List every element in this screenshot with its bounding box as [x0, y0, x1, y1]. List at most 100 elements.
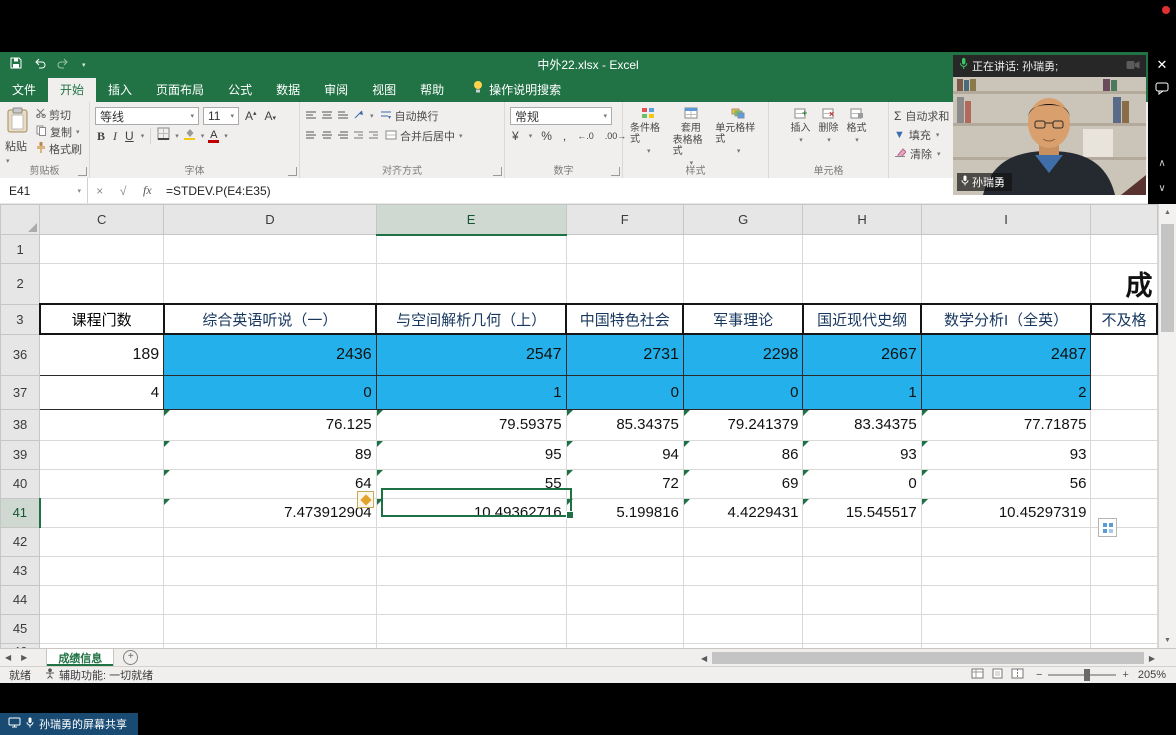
cell-I37[interactable]: 2: [921, 375, 1091, 409]
cell-H36[interactable]: 2667: [803, 334, 921, 375]
align-top-icon[interactable]: [305, 107, 317, 125]
cell-C41[interactable]: [40, 498, 164, 527]
undo-button[interactable]: [33, 56, 46, 74]
align-bottom-icon[interactable]: [337, 107, 349, 125]
enter-icon[interactable]: √: [120, 184, 127, 198]
row-header-42[interactable]: 42: [1, 527, 40, 556]
cell-F36[interactable]: 2731: [566, 334, 683, 375]
close-icon[interactable]: ✕: [1148, 58, 1176, 72]
cell-F3[interactable]: 中国特色社会: [566, 304, 683, 334]
merge-center-button[interactable]: 合并后居中▾: [383, 128, 465, 145]
cell-E36[interactable]: 2547: [376, 334, 566, 375]
row-header-41[interactable]: 41: [1, 498, 40, 527]
cell-I45[interactable]: [921, 614, 1091, 643]
cell-F44[interactable]: [566, 585, 683, 614]
cell-J44[interactable]: [1091, 585, 1157, 614]
cell-F41[interactable]: 5.199816: [566, 498, 683, 527]
cell-J1[interactable]: [1091, 235, 1157, 264]
select-all-button[interactable]: [1, 205, 40, 235]
cell-C39[interactable]: [40, 440, 164, 469]
cell-E45[interactable]: [376, 614, 566, 643]
ribbon-tab-insert[interactable]: 插入: [96, 78, 144, 102]
cell-E41[interactable]: 10.49362716: [376, 498, 566, 527]
cell-I40[interactable]: 56: [921, 469, 1091, 498]
row-header-36[interactable]: 36: [1, 334, 40, 375]
normal-view-button[interactable]: [971, 668, 984, 682]
page-layout-view-button[interactable]: [991, 668, 1004, 682]
cell-H3[interactable]: 国近现代史纲: [803, 304, 921, 334]
screen-share-badge[interactable]: 孙瑞勇的屏幕共享: [0, 713, 138, 735]
cell-E42[interactable]: [376, 527, 566, 556]
format-painter-button[interactable]: 格式刷: [34, 140, 84, 157]
row-header-44[interactable]: 44: [1, 585, 40, 614]
cell-D39[interactable]: 89: [164, 440, 377, 469]
cell-D45[interactable]: [164, 614, 377, 643]
cell-I41[interactable]: 10.45297319: [921, 498, 1091, 527]
ribbon-tab-home[interactable]: 开始: [48, 78, 96, 102]
ribbon-tab-view[interactable]: 视图: [360, 78, 408, 102]
cell-I43[interactable]: [921, 556, 1091, 585]
wrap-text-button[interactable]: 自动换行: [378, 108, 441, 125]
cell-E37[interactable]: 1: [376, 375, 566, 409]
error-checking-button[interactable]: [357, 491, 374, 508]
cell-C40[interactable]: [40, 469, 164, 498]
scroll-down-arrow[interactable]: ▼: [1159, 632, 1176, 648]
cell-E43[interactable]: [376, 556, 566, 585]
cell-D1[interactable]: [164, 235, 377, 264]
cell-H37[interactable]: 1: [803, 375, 921, 409]
cell-H1[interactable]: [803, 235, 921, 264]
cell-D40[interactable]: 64: [164, 469, 377, 498]
cell-J43[interactable]: [1091, 556, 1157, 585]
orientation-button[interactable]: [353, 107, 365, 125]
column-header-D[interactable]: D: [164, 205, 377, 235]
cell-E38[interactable]: 79.59375: [376, 409, 566, 440]
cell-J45[interactable]: [1091, 614, 1157, 643]
horizontal-scrollbar[interactable]: ◀ ▶: [698, 649, 1158, 667]
column-header-E[interactable]: E: [376, 205, 566, 235]
increase-indent-icon[interactable]: [368, 127, 379, 145]
cell-C3[interactable]: 课程门数: [40, 304, 164, 334]
cell-D42[interactable]: [164, 527, 377, 556]
cell-E3[interactable]: 与空间解析几何（上）: [376, 304, 566, 334]
smart-tag-button[interactable]: [1098, 518, 1117, 537]
cell-G39[interactable]: 86: [683, 440, 803, 469]
cell-F40[interactable]: 72: [566, 469, 683, 498]
column-header-partial[interactable]: [1091, 205, 1157, 235]
cell-H43[interactable]: [803, 556, 921, 585]
cell-D2[interactable]: [164, 264, 377, 305]
speaker-video[interactable]: 孙瑞勇: [953, 77, 1146, 195]
cancel-icon[interactable]: ×: [96, 184, 103, 198]
decrease-indent-icon[interactable]: [353, 127, 364, 145]
vertical-scrollbar[interactable]: ▲ ▼: [1158, 204, 1176, 648]
customize-qat-button[interactable]: ▾: [82, 61, 86, 69]
paste-button[interactable]: 粘贴▾: [5, 106, 31, 166]
row-header-3[interactable]: 3: [1, 304, 40, 334]
redo-button[interactable]: [57, 56, 70, 74]
zoom-slider[interactable]: [1048, 674, 1116, 676]
new-sheet-button[interactable]: +: [123, 650, 138, 665]
cell-C1[interactable]: [40, 235, 164, 264]
ribbon-tab-review[interactable]: 审阅: [312, 78, 360, 102]
cell-E1[interactable]: [376, 235, 566, 264]
column-header-C[interactable]: C: [40, 205, 164, 235]
row-header-43[interactable]: 43: [1, 556, 40, 585]
row-header-40[interactable]: 40: [1, 469, 40, 498]
cell-F37[interactable]: 0: [566, 375, 683, 409]
cell-I42[interactable]: [921, 527, 1091, 556]
scroll-up-arrow[interactable]: ▲: [1159, 204, 1176, 220]
scroll-left-arrow[interactable]: ◀: [698, 654, 710, 663]
column-header-G[interactable]: G: [683, 205, 803, 235]
number-format-select[interactable]: 常规▾: [510, 107, 612, 125]
cell-F38[interactable]: 85.34375: [566, 409, 683, 440]
comma-style-button[interactable]: ,: [561, 129, 568, 143]
cell-D37[interactable]: 0: [164, 375, 377, 409]
tell-me-box[interactable]: 操作说明搜索: [472, 78, 561, 102]
increase-decimal-button[interactable]: ←.0: [575, 131, 596, 141]
cell-I2[interactable]: [921, 264, 1091, 305]
cell-H41[interactable]: 15.545517: [803, 498, 921, 527]
fill-color-button[interactable]: [183, 127, 196, 145]
format-cells-button[interactable]: 格式▾: [845, 106, 869, 165]
percent-style-button[interactable]: %: [539, 129, 554, 143]
row-header-45[interactable]: 45: [1, 614, 40, 643]
cell-G44[interactable]: [683, 585, 803, 614]
